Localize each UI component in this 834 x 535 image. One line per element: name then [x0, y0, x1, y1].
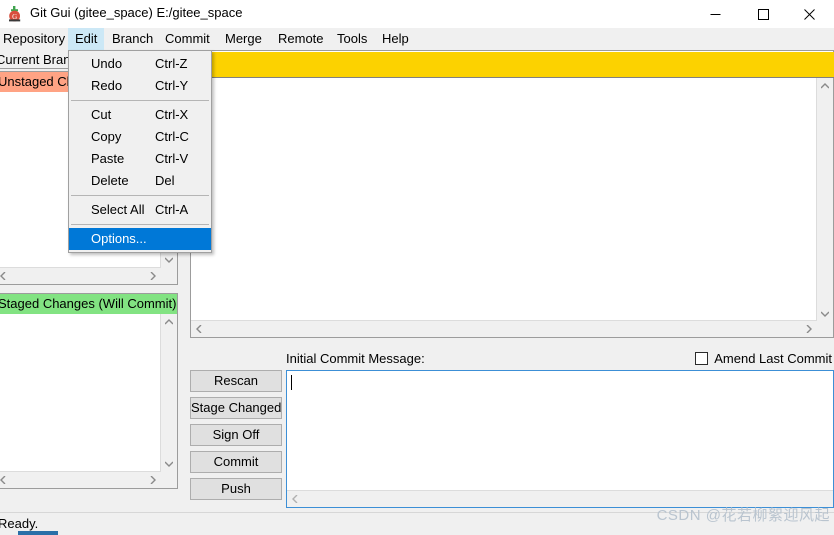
scroll-left-icon[interactable]: [191, 321, 207, 337]
commit-button-column: Rescan Stage Changed Sign Off Commit Pus…: [190, 370, 282, 505]
menu-item-select-all[interactable]: Select All Ctrl-A: [69, 199, 211, 221]
menu-item-delete-accel: Del: [155, 173, 175, 188]
menu-item-select-all-accel: Ctrl-A: [155, 202, 189, 217]
maximize-icon[interactable]: [740, 0, 786, 28]
menu-help[interactable]: Help: [375, 28, 416, 50]
menu-item-cut-label: Cut: [91, 107, 112, 122]
menu-item-delete-label: Delete: [91, 173, 129, 188]
status-message: Ready.: [0, 516, 39, 531]
diff-horizontal-scrollbar[interactable]: [191, 320, 817, 337]
scroll-up-icon[interactable]: [161, 314, 177, 330]
close-icon[interactable]: [786, 0, 832, 28]
menu-merge[interactable]: Merge: [218, 28, 269, 50]
text-caret: [291, 375, 292, 390]
push-button[interactable]: Push: [190, 478, 282, 500]
commit-horizontal-scrollbar[interactable]: [287, 490, 833, 507]
commit-message-input[interactable]: [286, 370, 834, 508]
window-title: Git Gui (gitee_space) E:/gitee_space: [30, 5, 243, 20]
sign-off-button[interactable]: Sign Off: [190, 424, 282, 446]
diff-viewer-panel[interactable]: [190, 50, 834, 338]
menu-commit[interactable]: Commit: [158, 28, 217, 50]
menu-remote[interactable]: Remote: [271, 28, 331, 50]
menu-item-undo-label: Undo: [91, 56, 123, 71]
menu-edit[interactable]: Edit: [68, 28, 105, 50]
stage-changed-button[interactable]: Stage Changed: [190, 397, 282, 419]
scroll-up-icon[interactable]: [817, 78, 833, 94]
menu-separator: [71, 100, 209, 101]
rescan-button[interactable]: Rescan: [190, 370, 282, 392]
menu-item-paste[interactable]: Paste Ctrl-V: [69, 148, 211, 170]
menu-item-cut[interactable]: Cut Ctrl-X: [69, 104, 211, 126]
scroll-left-icon[interactable]: [0, 268, 11, 284]
title-bar: G Git Gui (gitee_space) E:/gitee_space: [0, 0, 834, 29]
menu-item-redo-label: Redo: [91, 78, 123, 93]
menu-item-select-all-label: Select All: [91, 202, 145, 217]
menu-item-options[interactable]: Options...: [69, 228, 211, 250]
staged-vertical-scrollbar[interactable]: [160, 314, 177, 472]
diff-vertical-scrollbar[interactable]: [816, 78, 833, 322]
menu-item-paste-label: Paste: [91, 151, 125, 166]
scroll-down-icon[interactable]: [161, 456, 177, 472]
git-gui-icon: G: [6, 5, 24, 23]
staged-changes-header: Staged Changes (Will Commit): [0, 294, 177, 314]
menu-separator: [71, 195, 209, 196]
menu-item-options-label: Options...: [91, 231, 147, 246]
main-column: Initial Commit Message: Amend Last Commi…: [190, 50, 834, 512]
menu-item-redo[interactable]: Redo Ctrl-Y: [69, 75, 211, 97]
diff-warning-banner: [192, 52, 834, 77]
staged-horizontal-scrollbar[interactable]: [0, 471, 161, 488]
scroll-corner: [817, 321, 833, 337]
scroll-left-icon[interactable]: [0, 472, 11, 488]
scroll-left-icon[interactable]: [287, 491, 303, 507]
commit-area: Initial Commit Message: Amend Last Commi…: [190, 346, 834, 512]
amend-last-commit-checkbox[interactable]: [695, 352, 709, 365]
menu-tools[interactable]: Tools: [330, 28, 374, 50]
menu-branch[interactable]: Branch: [105, 28, 160, 50]
menu-separator: [71, 224, 209, 225]
amend-last-commit-label: Amend Last Commit: [714, 351, 832, 366]
scroll-corner: [161, 472, 177, 488]
menu-item-cut-accel: Ctrl-X: [155, 107, 189, 122]
taskbar-indicator: [18, 531, 58, 535]
scroll-down-icon[interactable]: [161, 252, 177, 268]
menu-item-undo[interactable]: Undo Ctrl-Z: [69, 53, 211, 75]
amend-last-commit-row[interactable]: Amend Last Commit: [695, 351, 832, 366]
staged-changes-panel[interactable]: Staged Changes (Will Commit): [0, 293, 178, 489]
diff-separator: [192, 77, 834, 78]
minimize-icon[interactable]: [692, 0, 738, 28]
menu-bar: Repository Edit Branch Commit Merge Remo…: [0, 28, 834, 50]
menu-item-redo-accel: Ctrl-Y: [155, 78, 189, 93]
menu-repository[interactable]: Repository: [0, 28, 72, 50]
git-gui-window: G Git Gui (gitee_space) E:/gitee_space R…: [0, 0, 834, 535]
commit-button[interactable]: Commit: [190, 451, 282, 473]
menu-item-copy[interactable]: Copy Ctrl-C: [69, 126, 211, 148]
status-bar: Ready.: [0, 512, 834, 535]
menu-item-undo-accel: Ctrl-Z: [155, 56, 188, 71]
menu-item-copy-label: Copy: [91, 129, 122, 144]
menu-item-copy-accel: Ctrl-C: [155, 129, 189, 144]
scroll-right-icon[interactable]: [145, 472, 161, 488]
commit-message-label: Initial Commit Message:: [286, 351, 425, 366]
menu-item-delete[interactable]: Delete Del: [69, 170, 211, 192]
scroll-right-icon[interactable]: [145, 268, 161, 284]
scroll-right-icon[interactable]: [801, 321, 817, 337]
unstaged-horizontal-scrollbar[interactable]: [0, 267, 161, 284]
edit-dropdown-menu[interactable]: Undo Ctrl-Z Redo Ctrl-Y Cut Ctrl-X Copy …: [68, 50, 212, 253]
scroll-down-icon[interactable]: [817, 306, 833, 322]
scroll-corner: [161, 268, 177, 284]
menu-item-paste-accel: Ctrl-V: [155, 151, 189, 166]
